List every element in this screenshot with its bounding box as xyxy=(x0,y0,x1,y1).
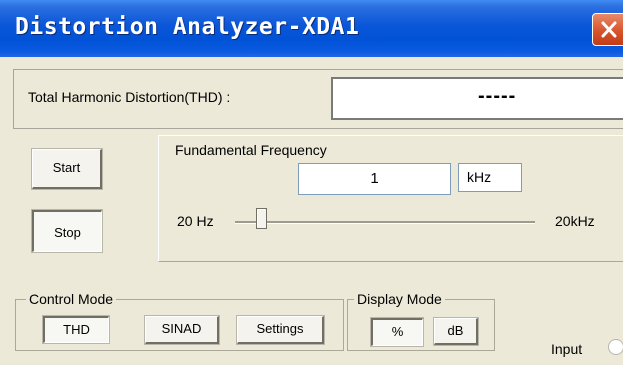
thd-mode-button[interactable]: THD xyxy=(43,316,109,343)
db-mode-button[interactable]: dB xyxy=(434,318,478,345)
slider-min-label: 20 Hz xyxy=(177,213,214,229)
close-button[interactable] xyxy=(592,13,623,46)
thd-label: Total Harmonic Distortion(THD) : xyxy=(28,89,231,105)
distortion-analyzer-window: Distortion Analyzer-XDA1 Total Harmonic … xyxy=(0,0,623,365)
fundamental-frequency-panel: Fundamental Frequency 1 kHz 20 Hz 20kHz xyxy=(158,135,623,262)
thd-section: Total Harmonic Distortion(THD) : ----- xyxy=(13,69,623,129)
sinad-mode-button[interactable]: SINAD xyxy=(145,316,219,344)
settings-button[interactable]: Settings xyxy=(237,316,324,344)
thd-value: ----- xyxy=(478,85,517,107)
frequency-input[interactable]: 1 xyxy=(298,163,451,195)
stop-button-label: Stop xyxy=(54,225,81,240)
frequency-slider-thumb[interactable] xyxy=(256,208,267,229)
main-panel: Total Harmonic Distortion(THD) : ----- S… xyxy=(0,57,623,365)
thd-display: ----- xyxy=(331,77,623,120)
frequency-title: Fundamental Frequency xyxy=(175,142,327,158)
input-label: Input xyxy=(551,341,583,357)
sinad-mode-label: SINAD xyxy=(161,321,202,336)
thd-mode-label: THD xyxy=(63,322,90,337)
percent-mode-button[interactable]: % xyxy=(371,318,423,346)
start-button-label: Start xyxy=(52,160,81,175)
slider-max-label: 20kHz xyxy=(555,213,595,229)
close-icon xyxy=(601,21,617,38)
frequency-unit: kHz xyxy=(458,163,522,192)
window-title: Distortion Analyzer-XDA1 xyxy=(15,14,360,40)
display-mode-legend: Display Mode xyxy=(354,291,445,307)
db-mode-label: dB xyxy=(447,323,464,338)
settings-button-label: Settings xyxy=(256,321,304,336)
control-mode-legend: Control Mode xyxy=(26,291,117,307)
percent-mode-label: % xyxy=(391,324,404,339)
title-bar[interactable]: Distortion Analyzer-XDA1 xyxy=(0,0,623,57)
stop-button[interactable]: Stop xyxy=(32,210,102,252)
input-radio[interactable] xyxy=(608,339,623,355)
frequency-slider-track[interactable] xyxy=(235,221,535,224)
start-button[interactable]: Start xyxy=(32,149,102,189)
